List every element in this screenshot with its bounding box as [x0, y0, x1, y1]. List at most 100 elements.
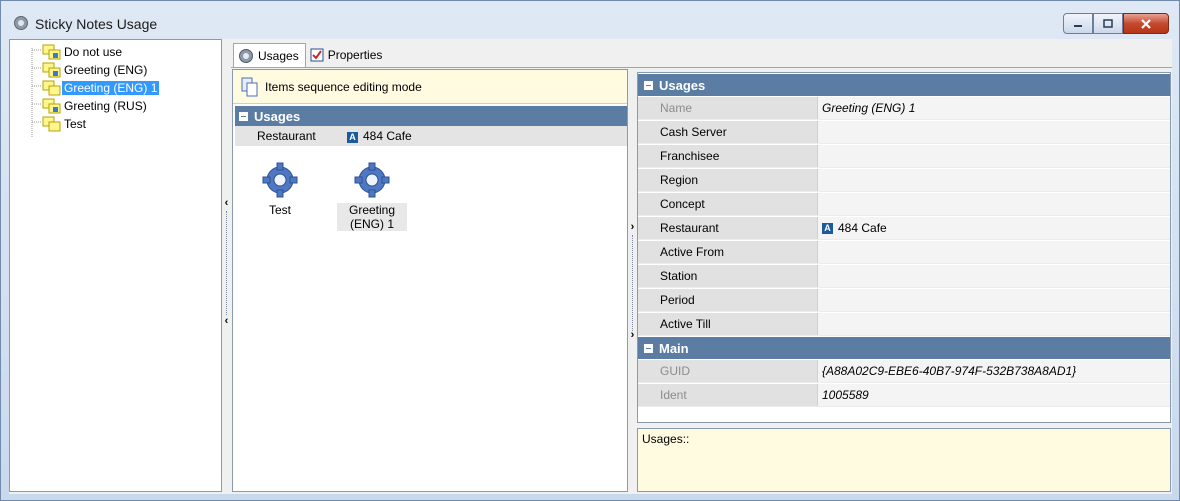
property-value[interactable]: [818, 289, 1170, 311]
property-key: GUID: [638, 360, 818, 382]
window-title: Sticky Notes Usage: [35, 16, 158, 32]
banner-text: Items sequence editing mode: [265, 79, 422, 94]
property-row-guid[interactable]: GUID {A88A02C9-EBE6-40B7-974F-532B738A8A…: [638, 360, 1170, 383]
chevron-left-icon[interactable]: ‹: [222, 315, 231, 327]
app-window: Sticky Notes Usage Do not use Greeting (…: [0, 0, 1180, 501]
sticky-note-group-icon: [42, 98, 61, 113]
usage-label-line2: (ENG) 1: [349, 217, 394, 231]
tab-properties[interactable]: Properties: [306, 43, 389, 67]
minimize-icon: [1074, 24, 1082, 27]
sticky-note-group-icon: [42, 80, 61, 95]
sticky-note-group-icon: [42, 62, 61, 77]
collapse-icon[interactable]: [239, 111, 248, 121]
chevron-right-icon[interactable]: ›: [628, 329, 637, 341]
usages-group-header[interactable]: Usages: [235, 106, 627, 126]
property-key: Station: [638, 265, 818, 287]
property-value[interactable]: [818, 121, 1170, 143]
tree-item-label: Greeting (ENG) 1: [62, 80, 160, 95]
maximize-button[interactable]: [1093, 13, 1123, 34]
property-key: Period: [638, 289, 818, 311]
tab-label: Usages: [258, 48, 299, 63]
title-bar[interactable]: Sticky Notes Usage: [1, 1, 1179, 39]
tree-item-do-not-use[interactable]: Do not use: [42, 43, 124, 60]
tab-label: Properties: [327, 48, 383, 62]
chevron-right-icon[interactable]: ›: [628, 221, 637, 233]
tree-item-label: Greeting (RUS): [64, 98, 147, 113]
tree-item-greeting-rus[interactable]: Greeting (RUS): [42, 97, 149, 114]
gear-icon: [354, 162, 390, 198]
tree-item-greeting-eng-1[interactable]: Greeting (ENG) 1: [42, 79, 160, 96]
tree-item-label: Do not use: [64, 44, 123, 59]
usage-label: Greeting (ENG) 1: [337, 203, 407, 231]
collapse-icon[interactable]: [644, 80, 653, 90]
property-value[interactable]: [818, 313, 1170, 335]
usages-category-header[interactable]: Usages: [638, 74, 1170, 96]
property-value: {A88A02C9-EBE6-40B7-974F-532B738A8AD1}: [818, 360, 1170, 382]
splitter-grip: [632, 235, 633, 331]
property-value[interactable]: [818, 265, 1170, 287]
property-value[interactable]: [818, 193, 1170, 215]
property-key: Active From: [638, 241, 818, 263]
minimize-button[interactable]: [1063, 13, 1093, 34]
property-row-cash-server[interactable]: Cash Server: [638, 121, 1170, 144]
sticky-notes-tree[interactable]: Do not use Greeting (ENG) Greeting (ENG)…: [9, 39, 222, 492]
restaurant-row[interactable]: Restaurant A 484 Cafe: [235, 126, 627, 146]
usage-item-test[interactable]: Test: [245, 162, 315, 217]
property-row-concept[interactable]: Concept: [638, 193, 1170, 216]
property-row-ident[interactable]: Ident 1005589: [638, 384, 1170, 407]
property-value[interactable]: [818, 169, 1170, 191]
property-row-active-from[interactable]: Active From: [638, 241, 1170, 264]
close-icon: [1141, 18, 1151, 29]
property-value: Greeting (ENG) 1: [818, 97, 1170, 119]
property-key: Cash Server: [638, 121, 818, 143]
gear-icon: [14, 16, 28, 30]
property-value: 1005589: [818, 384, 1170, 406]
restaurant-value: 484 Cafe: [363, 129, 412, 143]
documents-icon: [241, 77, 258, 96]
property-value[interactable]: [818, 241, 1170, 263]
tree-item-label: Test: [64, 116, 87, 131]
properties-icon: [310, 48, 324, 62]
property-row-station[interactable]: Station: [638, 265, 1170, 288]
tree-item-test[interactable]: Test: [42, 115, 88, 132]
tab-strip: Usages Properties: [233, 43, 388, 67]
property-row-active-till[interactable]: Active Till: [638, 313, 1170, 336]
usage-label-line1: Greeting: [348, 203, 396, 217]
main-category-header[interactable]: Main: [638, 337, 1170, 359]
client-area: Do not use Greeting (ENG) Greeting (ENG)…: [9, 39, 1172, 494]
group-title: Usages: [254, 108, 301, 124]
sticky-note-group-icon: [42, 44, 61, 59]
property-value[interactable]: [818, 145, 1170, 167]
property-row-name[interactable]: Name Greeting (ENG) 1: [638, 97, 1170, 120]
usage-item-greeting-eng-1[interactable]: Greeting (ENG) 1: [337, 162, 407, 231]
left-splitter[interactable]: ‹ ‹: [222, 197, 231, 337]
tab-usages[interactable]: Usages: [233, 43, 306, 67]
window-controls: [1063, 13, 1169, 34]
usages-panel: Items sequence editing mode Usages Resta…: [232, 69, 628, 492]
property-value[interactable]: A 484 Cafe: [818, 217, 1170, 239]
close-button[interactable]: [1123, 13, 1169, 34]
property-row-period[interactable]: Period: [638, 289, 1170, 312]
gear-icon: [239, 48, 253, 63]
property-grid[interactable]: Usages Name Greeting (ENG) 1 Cash Server…: [637, 72, 1171, 423]
entity-badge-icon: A: [347, 131, 358, 143]
property-row-region[interactable]: Region: [638, 169, 1170, 192]
tree-item-label: Greeting (ENG): [64, 62, 148, 77]
property-row-restaurant[interactable]: Restaurant A 484 Cafe: [638, 217, 1170, 240]
sequence-mode-banner: Items sequence editing mode: [233, 70, 627, 104]
restaurant-value: 484 Cafe: [838, 221, 887, 235]
property-key: Concept: [638, 193, 818, 215]
tree-item-greeting-eng[interactable]: Greeting (ENG): [42, 61, 149, 78]
property-key: Region: [638, 169, 818, 191]
splitter-grip: [226, 211, 227, 315]
property-row-franchisee[interactable]: Franchisee: [638, 145, 1170, 168]
property-key: Name: [638, 97, 818, 119]
entity-badge-icon: A: [822, 222, 833, 234]
property-key: Franchisee: [638, 145, 818, 167]
right-splitter[interactable]: › ›: [628, 221, 637, 345]
maximize-icon: [1103, 19, 1113, 28]
collapse-icon[interactable]: [644, 343, 653, 353]
tab-strip-border: [231, 67, 1172, 68]
chevron-left-icon[interactable]: ‹: [222, 197, 231, 209]
usage-label: Test: [268, 203, 291, 217]
